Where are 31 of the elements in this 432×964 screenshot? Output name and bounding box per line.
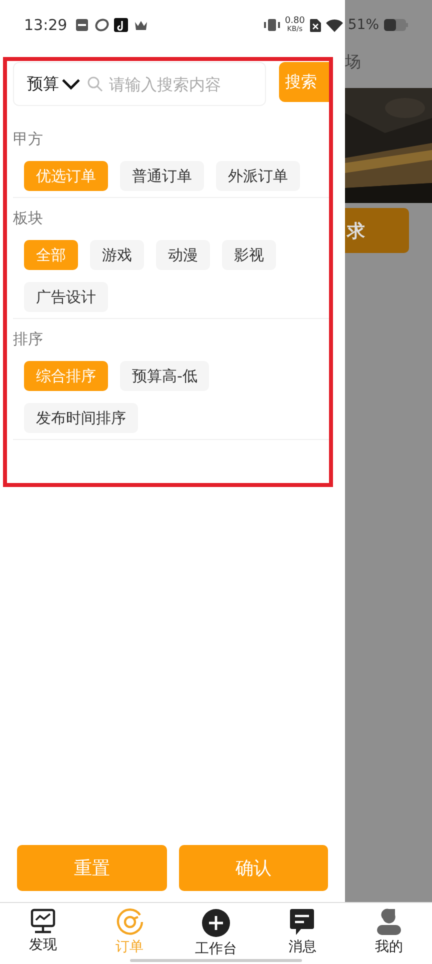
chat-icon [289, 908, 316, 936]
battery-percent: 51% [348, 17, 379, 33]
filter-chip[interactable]: 游戏 [90, 240, 144, 270]
search-field[interactable]: 预算 请输入搜索内容 [13, 62, 266, 106]
filter-chip[interactable]: 动漫 [156, 240, 210, 270]
section-title: 甲方 [13, 130, 44, 149]
tab-item[interactable]: 工作台 [172, 903, 260, 958]
tab-item[interactable]: 消息 [259, 903, 346, 958]
filter-chip[interactable]: 发布时间排序 [24, 403, 138, 433]
plus-circle-icon [201, 908, 232, 938]
vibrate-icon [264, 18, 280, 32]
home-indicator[interactable] [130, 959, 302, 962]
tab-item[interactable]: 我的 [346, 903, 432, 958]
section-title: 排序 [13, 330, 44, 349]
filter-chip[interactable]: 影视 [222, 240, 276, 270]
monitor-chart-icon [30, 908, 56, 934]
chevron-down-icon [61, 78, 81, 90]
filter-chip[interactable]: 广告设计 [24, 282, 108, 312]
filter-chip[interactable]: 预算高-低 [120, 361, 210, 391]
status-time: 13:29 [24, 16, 68, 34]
page-heading: 场 [345, 52, 362, 73]
filter-chip[interactable]: 普通订单 [120, 161, 204, 191]
target-icon [116, 908, 144, 936]
person-icon [374, 908, 403, 936]
budget-dropdown[interactable]: 预算 [27, 74, 59, 94]
battery-icon [384, 19, 408, 31]
tab-item[interactable]: 发现 [0, 903, 86, 958]
section-title: 板块 [13, 209, 44, 228]
wifi-icon [326, 18, 343, 32]
search-icon [87, 76, 103, 92]
filter-chip[interactable]: 外派订单 [216, 161, 300, 191]
